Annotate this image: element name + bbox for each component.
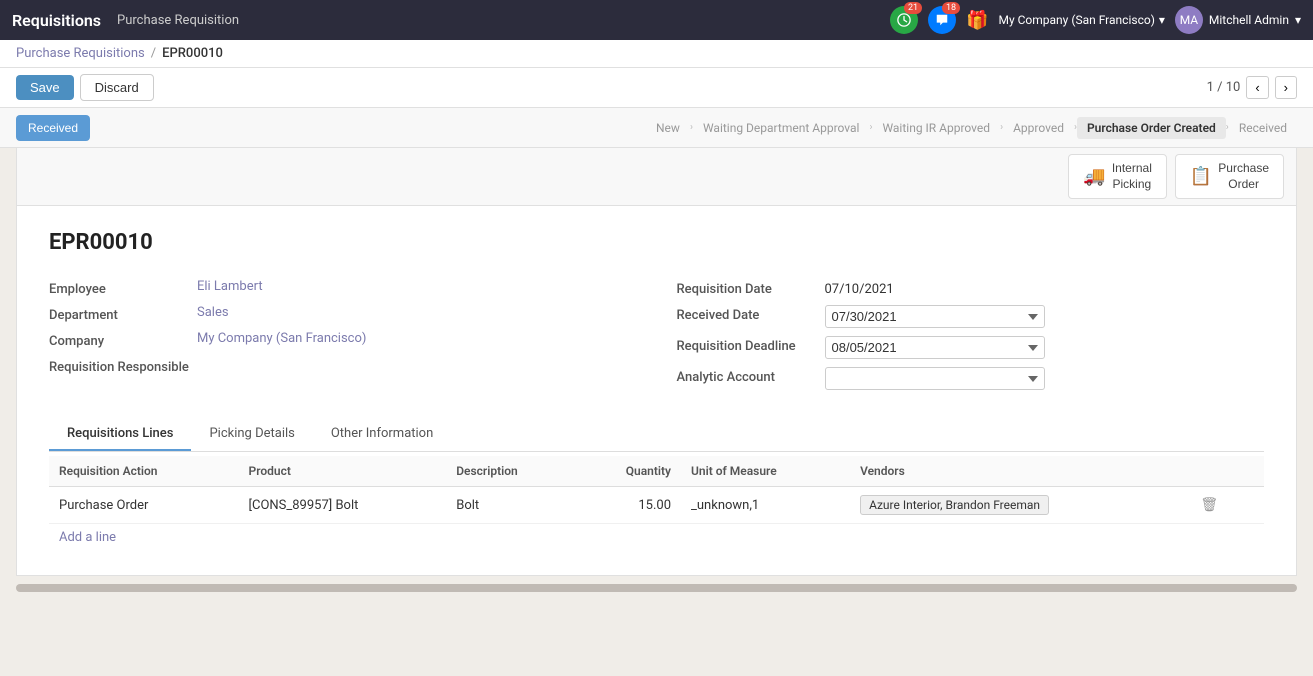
tab-picking-details[interactable]: Picking Details: [191, 418, 312, 451]
requisitions-table: Requisition Action Product Description Q…: [49, 456, 1264, 524]
topnav: Requisitions Purchase Requisition 21 18 …: [0, 0, 1313, 40]
tab-other-information[interactable]: Other Information: [313, 418, 451, 451]
document-icon: 📋: [1190, 166, 1212, 187]
user-menu[interactable]: MA Mitchell Admin ▾: [1175, 6, 1301, 34]
scrollbar[interactable]: [16, 584, 1297, 592]
col-description: Description: [446, 456, 576, 487]
user-chevron: ▾: [1295, 13, 1301, 27]
responsible-label: Requisition Responsible: [49, 357, 189, 375]
tab-requisitions-lines[interactable]: Requisitions Lines: [49, 418, 191, 451]
activity-icon: 21: [890, 6, 918, 34]
cell-quantity: 15.00: [577, 487, 681, 524]
save-button[interactable]: Save: [16, 75, 74, 100]
form-main-row: Employee Eli Lambert Department Sales Co…: [49, 279, 1264, 398]
topnav-right: 21 18 🎁 My Company (San Francisco) ▾ MA …: [890, 6, 1301, 34]
analytic-field: Analytic Account: [677, 367, 1265, 390]
notifications-count: 21: [904, 2, 922, 14]
messages-icon: 18: [928, 6, 956, 34]
received-date-field: Received Date 07/30/2021: [677, 305, 1265, 328]
module-title: Purchase Requisition: [117, 13, 239, 28]
gift-icon[interactable]: 🎁: [966, 10, 988, 31]
req-deadline-field: Requisition Deadline 08/05/2021: [677, 336, 1265, 359]
cell-action: Purchase Order: [49, 487, 239, 524]
form-left-col: Employee Eli Lambert Department Sales Co…: [49, 279, 637, 398]
discard-button[interactable]: Discard: [80, 74, 154, 101]
pipeline-step-waiting-ir: Waiting IR Approved: [872, 117, 1000, 139]
department-label: Department: [49, 305, 189, 323]
col-action: Requisition Action: [49, 456, 239, 487]
req-date-value: 07/10/2021: [825, 279, 894, 297]
table-row: Purchase Order [CONS_89957] Bolt Bolt 15…: [49, 487, 1264, 524]
received-status-button[interactable]: Received: [16, 115, 90, 141]
cell-uom: _unknown,1: [681, 487, 850, 524]
pipeline: New › Waiting Department Approval › Wait…: [106, 117, 1297, 139]
company-chevron: ▾: [1159, 13, 1165, 27]
purchase-order-label: PurchaseOrder: [1218, 161, 1269, 192]
company-selector[interactable]: My Company (San Francisco) ▾: [998, 13, 1164, 27]
pipeline-step-new: New: [646, 117, 690, 139]
internal-picking-label: InternalPicking: [1112, 161, 1152, 192]
add-line-container: Add a line: [49, 524, 1264, 551]
employee-label: Employee: [49, 279, 189, 297]
vendor-badge: Azure Interior, Brandon Freeman: [860, 495, 1049, 515]
cell-vendor: Azure Interior, Brandon Freeman: [850, 487, 1184, 524]
status-bar: Received New › Waiting Department Approv…: [0, 108, 1313, 148]
req-date-label: Requisition Date: [677, 279, 817, 297]
department-value[interactable]: Sales: [197, 305, 229, 320]
responsible-field: Requisition Responsible: [49, 357, 637, 375]
notifications-badge[interactable]: 21: [890, 6, 918, 34]
action-bar: Save Discard 1 / 10 ‹ ›: [0, 68, 1313, 108]
delete-row-button[interactable]: 🗑: [1194, 495, 1224, 515]
received-date-label: Received Date: [677, 305, 817, 323]
col-product: Product: [239, 456, 447, 487]
analytic-select[interactable]: [825, 367, 1045, 390]
company-value[interactable]: My Company (San Francisco): [197, 331, 366, 346]
req-date-field: Requisition Date 07/10/2021: [677, 279, 1265, 297]
breadcrumb-parent[interactable]: Purchase Requisitions: [16, 46, 145, 61]
col-quantity: Quantity: [577, 456, 681, 487]
messages-badge[interactable]: 18: [928, 6, 956, 34]
app-brand: Requisitions: [12, 11, 101, 30]
req-deadline-label: Requisition Deadline: [677, 336, 817, 354]
truck-icon: 🚚: [1083, 166, 1105, 187]
cell-description: Bolt: [446, 487, 576, 524]
received-date-select[interactable]: 07/30/2021: [825, 305, 1045, 328]
purchase-order-button[interactable]: 📋 PurchaseOrder: [1175, 154, 1284, 199]
pager-count: 1 / 10: [1207, 80, 1241, 95]
avatar: MA: [1175, 6, 1203, 34]
col-actions: [1184, 456, 1264, 487]
req-deadline-select[interactable]: 08/05/2021: [825, 336, 1045, 359]
employee-field: Employee Eli Lambert: [49, 279, 637, 297]
pipeline-step-po-created: Purchase Order Created: [1077, 117, 1226, 139]
company-name: My Company (San Francisco): [998, 13, 1154, 27]
analytic-label: Analytic Account: [677, 367, 817, 385]
next-button[interactable]: ›: [1275, 76, 1297, 99]
breadcrumb-current: EPR00010: [162, 46, 223, 61]
username: Mitchell Admin: [1209, 13, 1289, 27]
content: 🚚 InternalPicking 📋 PurchaseOrder EPR000…: [0, 148, 1313, 608]
messages-count: 18: [942, 2, 960, 14]
add-line-button[interactable]: Add a line: [49, 524, 126, 551]
pipeline-step-waiting-dept: Waiting Department Approval: [693, 117, 869, 139]
department-field: Department Sales: [49, 305, 637, 323]
company-field: Company My Company (San Francisco): [49, 331, 637, 349]
breadcrumb: Purchase Requisitions / EPR00010: [0, 40, 1313, 68]
pipeline-step-approved: Approved: [1003, 117, 1074, 139]
employee-value[interactable]: Eli Lambert: [197, 279, 263, 294]
form-right-col: Requisition Date 07/10/2021 Received Dat…: [677, 279, 1265, 398]
cell-product: [CONS_89957] Bolt: [239, 487, 447, 524]
prev-button[interactable]: ‹: [1246, 76, 1268, 99]
company-label: Company: [49, 331, 189, 349]
form-card: EPR00010 Employee Eli Lambert Department…: [16, 206, 1297, 576]
form-tabs: Requisitions Lines Picking Details Other…: [49, 418, 1264, 452]
pipeline-step-received: Received: [1229, 117, 1297, 139]
form-title: EPR00010: [49, 230, 1264, 255]
internal-picking-button[interactable]: 🚚 InternalPicking: [1068, 154, 1166, 199]
breadcrumb-separator: /: [151, 46, 156, 61]
smart-buttons: 🚚 InternalPicking 📋 PurchaseOrder: [16, 148, 1297, 206]
cell-delete: 🗑: [1184, 487, 1264, 524]
col-vendors: Vendors: [850, 456, 1184, 487]
pager: 1 / 10 ‹ ›: [1207, 76, 1297, 99]
col-uom: Unit of Measure: [681, 456, 850, 487]
